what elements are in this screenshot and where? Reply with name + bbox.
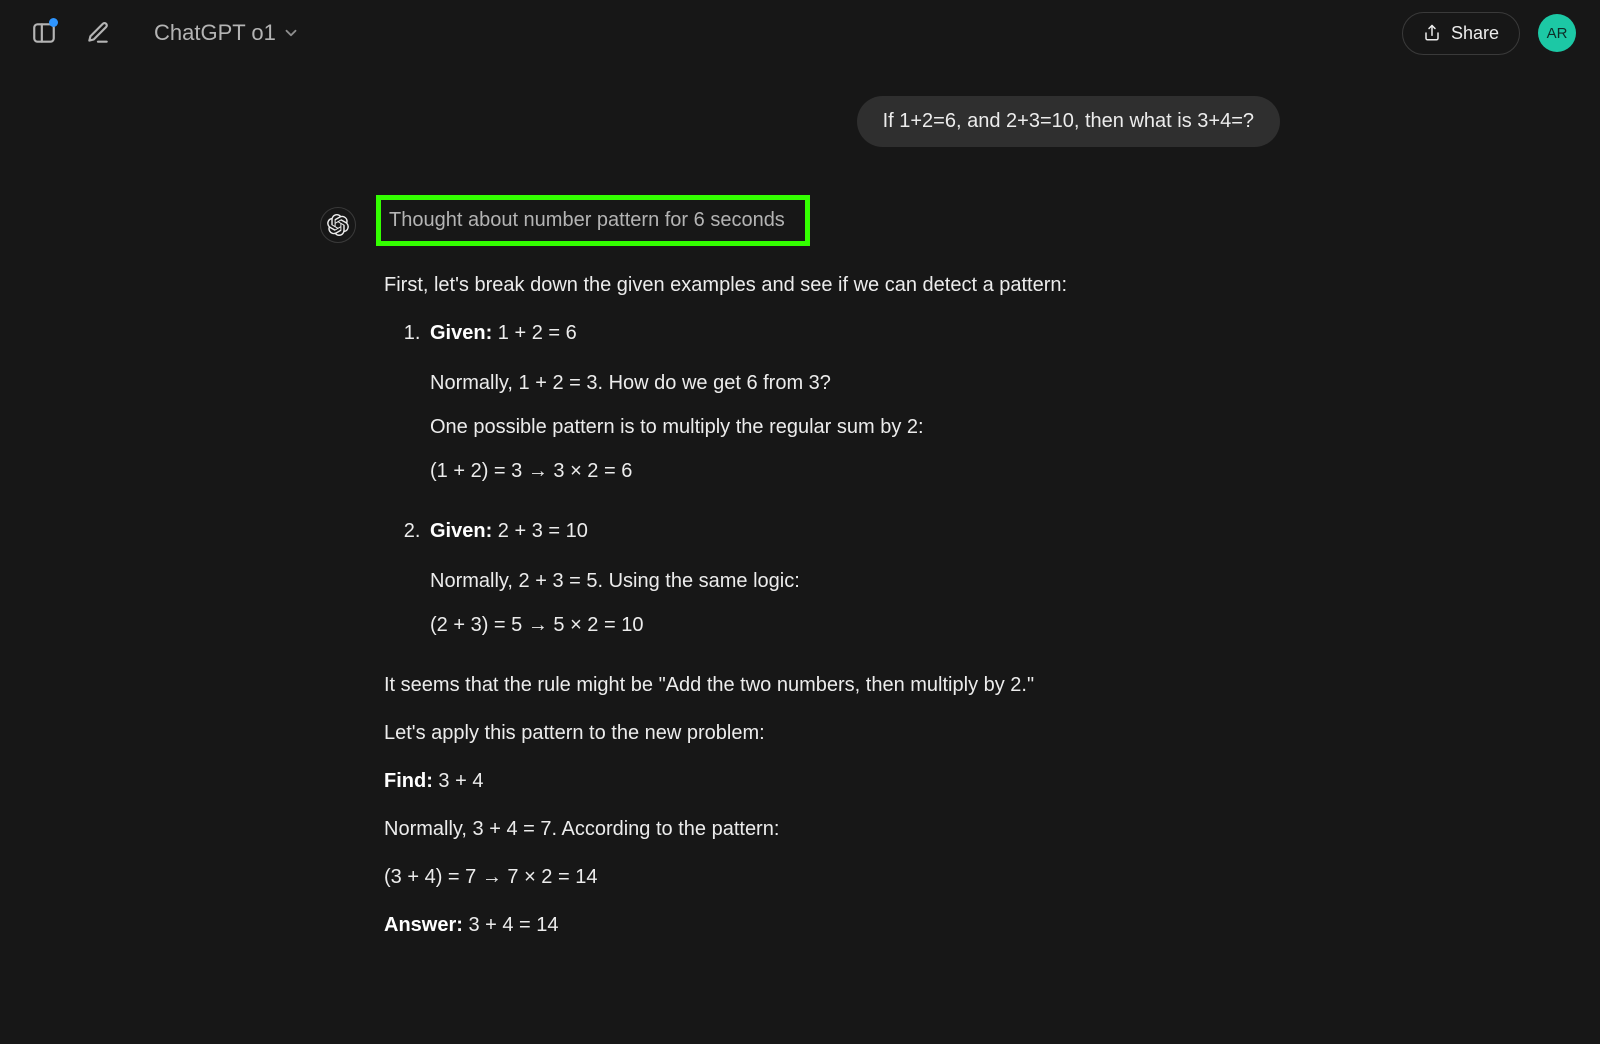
find-equation: 3 + 4 xyxy=(433,770,484,792)
given-equation: 2 + 3 = 10 xyxy=(492,520,588,542)
find-line: Find: 3 + 4 xyxy=(384,764,1280,798)
sidebar-toggle-button[interactable] xyxy=(26,15,62,51)
share-icon xyxy=(1423,24,1441,42)
chevron-down-icon xyxy=(282,24,300,42)
user-message-text: If 1+2=6, and 2+3=10, then what is 3+4=? xyxy=(883,110,1254,132)
explain-line: One possible pattern is to multiply the … xyxy=(430,410,1280,444)
explain-line: (2 + 3) = 5 → 5 × 2 = 10 xyxy=(430,608,1280,642)
user-message-bubble[interactable]: If 1+2=6, and 2+3=10, then what is 3+4=? xyxy=(857,96,1280,147)
explain-line: (1 + 2) = 3 → 3 × 2 = 6 xyxy=(430,454,1280,488)
thought-text: Thought about number pattern for 6 secon… xyxy=(389,209,785,231)
answer-equation: 3 + 4 = 14 xyxy=(463,914,559,936)
share-label: Share xyxy=(1451,23,1499,44)
list-item: Given: 1 + 2 = 6 Normally, 1 + 2 = 3. Ho… xyxy=(426,316,1280,488)
given-label: Given: xyxy=(430,322,492,344)
new-chat-button[interactable] xyxy=(80,15,116,51)
assistant-avatar xyxy=(320,207,356,243)
assistant-body: Thought about number pattern for 6 secon… xyxy=(384,195,1280,956)
answer-line: Answer: 3 + 4 = 14 xyxy=(384,908,1280,942)
edit-icon xyxy=(85,20,111,46)
model-label: ChatGPT o1 xyxy=(154,20,276,46)
apply-text: Let's apply this pattern to the new prob… xyxy=(384,716,1280,750)
assistant-message-row: Thought about number pattern for 6 secon… xyxy=(320,195,1280,956)
response-intro: First, let's break down the given exampl… xyxy=(384,268,1280,302)
share-button[interactable]: Share xyxy=(1402,12,1520,55)
explain-line: Normally, 2 + 3 = 5. Using the same logi… xyxy=(430,564,1280,598)
conversation-area: If 1+2=6, and 2+3=10, then what is 3+4=?… xyxy=(300,66,1300,956)
user-message-row: If 1+2=6, and 2+3=10, then what is 3+4=? xyxy=(320,96,1280,147)
header-right-group: Share AR xyxy=(1402,12,1576,55)
normally-line: Normally, 3 + 4 = 7. According to the pa… xyxy=(384,812,1280,846)
list-item: Given: 2 + 3 = 10 Normally, 2 + 3 = 5. U… xyxy=(426,514,1280,642)
calc-line: (3 + 4) = 7 → 7 × 2 = 14 xyxy=(384,860,1280,894)
response-list: Given: 1 + 2 = 6 Normally, 1 + 2 = 3. Ho… xyxy=(384,316,1280,642)
explain-line: Normally, 1 + 2 = 3. How do we get 6 fro… xyxy=(430,366,1280,400)
model-selector[interactable]: ChatGPT o1 xyxy=(144,14,310,52)
openai-logo-icon xyxy=(327,214,349,236)
header-left-group: ChatGPT o1 xyxy=(26,14,310,52)
assistant-response: First, let's break down the given exampl… xyxy=(384,268,1280,942)
given-equation: 1 + 2 = 6 xyxy=(492,322,577,344)
given-label: Given: xyxy=(430,520,492,542)
answer-label: Answer: xyxy=(384,914,463,936)
notification-dot-icon xyxy=(49,18,58,27)
rule-text: It seems that the rule might be "Add the… xyxy=(384,668,1280,702)
thought-duration-badge[interactable]: Thought about number pattern for 6 secon… xyxy=(376,195,810,246)
avatar-initials: AR xyxy=(1547,25,1568,42)
app-header: ChatGPT o1 Share AR xyxy=(0,0,1600,66)
user-avatar[interactable]: AR xyxy=(1538,14,1576,52)
find-label: Find: xyxy=(384,770,433,792)
